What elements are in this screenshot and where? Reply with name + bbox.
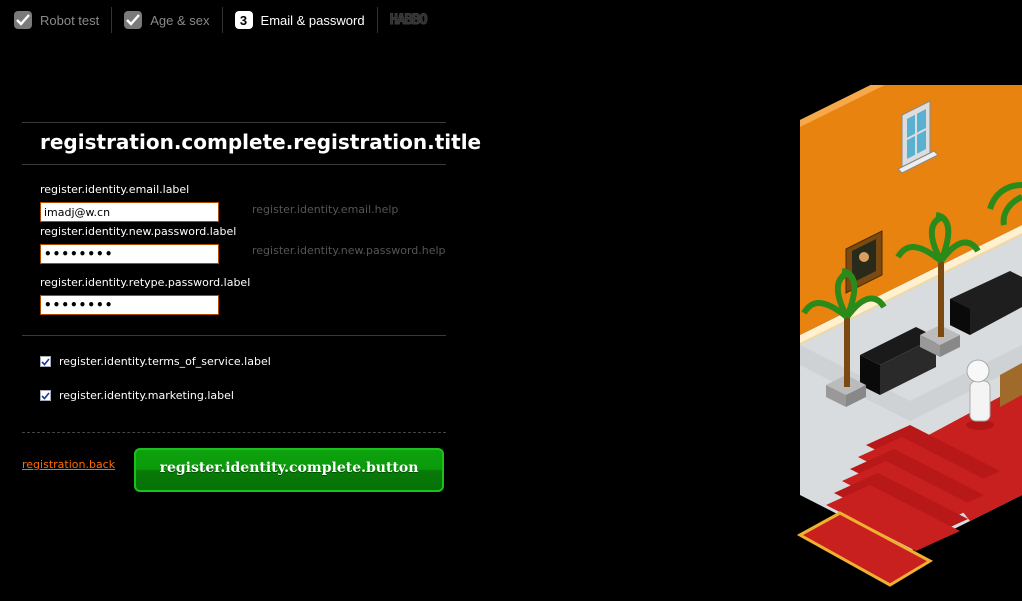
email-help: register.identity.email.help (252, 203, 399, 216)
retype-password-field[interactable]: •••••••• (40, 295, 219, 315)
email-label: register.identity.email.label (40, 183, 190, 196)
marketing-checkbox[interactable] (40, 390, 51, 401)
divider (22, 164, 446, 165)
step-age-sex: Age & sex (124, 8, 210, 32)
step-divider (376, 7, 378, 33)
checkmark-icon (41, 357, 50, 366)
checkmark-icon (124, 11, 143, 29)
step-label: Age & sex (150, 12, 210, 28)
dashed-divider (22, 432, 446, 433)
registration-progress: Robot test Age & sex 3 Email & password … (14, 7, 428, 33)
step-divider (221, 7, 223, 33)
step-label: Email & password (260, 12, 365, 28)
page-title: registration.complete.registration.title (40, 130, 482, 154)
divider (22, 335, 446, 336)
step-label: Robot test (40, 12, 100, 28)
new-password-field[interactable]: •••••••• (40, 244, 219, 264)
new-password-label: register.identity.new.password.label (40, 225, 237, 238)
back-link[interactable]: registration.back (22, 458, 115, 471)
habbo-logo: HABBO (389, 12, 428, 29)
habbo-room-illustration (796, 85, 1022, 587)
step-robot-test: Robot test (14, 8, 99, 32)
retype-password-label: register.identity.retype.password.label (40, 276, 251, 289)
email-field[interactable] (40, 202, 219, 222)
new-password-help: register.identity.new.password.help (252, 244, 446, 257)
checkmark-icon (14, 11, 32, 29)
terms-checkbox[interactable] (40, 356, 51, 367)
checkmark-icon (41, 391, 50, 400)
step-email-password: 3 Email & password (234, 8, 365, 32)
terms-label: register.identity.terms_of_service.label (59, 355, 271, 368)
step-divider (111, 7, 113, 33)
divider (22, 122, 446, 123)
marketing-label: register.identity.marketing.label (59, 389, 234, 402)
step-number: 3 (234, 11, 253, 29)
complete-registration-button[interactable]: register.identity.complete.button (134, 448, 444, 492)
